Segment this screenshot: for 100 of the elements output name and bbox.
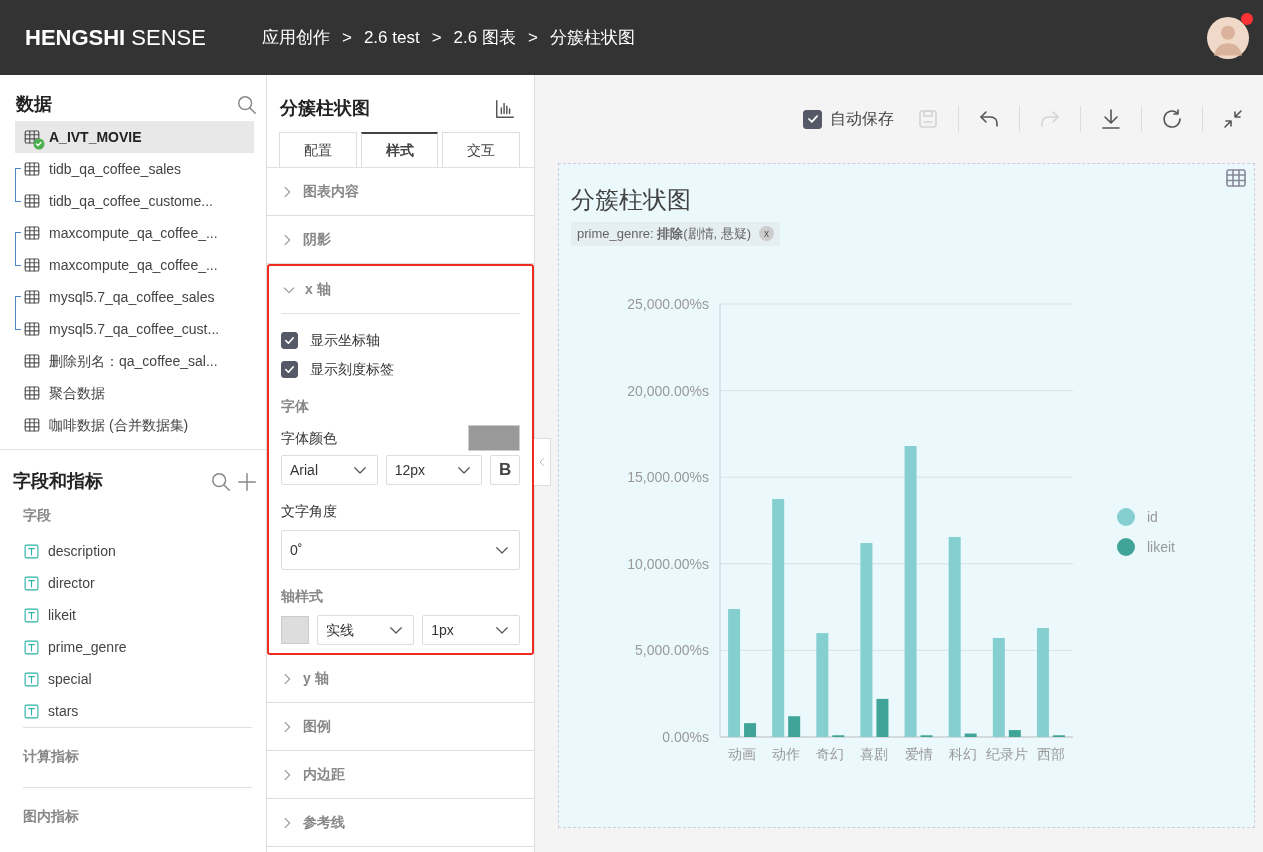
download-icon[interactable] [1099,107,1123,131]
axis-category-label: 动作 [772,745,801,762]
table-icon [23,416,41,434]
table-icon [23,320,41,338]
line-width-select[interactable]: 1px [422,615,520,645]
field-item[interactable]: prime_genre [23,631,252,663]
subheading: 字体 [281,397,310,416]
bar[interactable] [948,536,961,737]
remove-filter-button[interactable]: x [759,226,775,242]
breadcrumb-separator: > [527,26,538,49]
axis-tick-label: 5,000.00%s [635,641,709,658]
dataset-item[interactable]: maxcompute_qa_coffee_... [15,249,254,281]
breadcrumb-item[interactable]: 2.6 test [363,24,420,51]
bar[interactable] [1052,734,1065,737]
table-icon [23,224,41,242]
color-swatch[interactable] [281,616,309,644]
bar-chart-icon[interactable] [494,97,516,120]
section-heading: 图内指标 [23,807,80,826]
bar[interactable] [1036,627,1049,737]
checkmark-icon [283,334,296,347]
tab[interactable]: 样式 [360,132,439,167]
dataset-item[interactable]: 删除别名：qa_coffee_sal... [15,345,254,377]
checkbox[interactable] [281,332,298,349]
field-item[interactable]: description [23,535,252,567]
font-family-select[interactable]: Arial [281,455,378,485]
section-header[interactable]: 图例 [267,703,534,750]
line-type-select[interactable]: 实线 [316,615,415,645]
bar[interactable] [920,734,933,737]
dataset-item[interactable]: 咖啡数据 (合并数据集) [15,409,254,441]
checkbox-label: 显示刻度标签 [310,360,394,379]
angle-select[interactable]: 0˚ [281,530,520,570]
section-header[interactable]: 阴影 [267,216,534,263]
section-header[interactable]: 图表内容 [267,168,534,215]
tab[interactable]: 配置 [279,132,357,167]
bar[interactable] [876,698,889,737]
legend-marker[interactable] [1117,507,1135,526]
bar[interactable] [832,734,845,737]
dataset-item[interactable]: mysql5.7_qa_coffee_sales [15,281,254,313]
color-swatch[interactable] [468,425,520,451]
table-icon [23,128,41,146]
axis-category-label: 西部 [1036,745,1065,762]
add-icon[interactable] [236,470,258,493]
section-header[interactable]: y 轴 [267,655,534,702]
link-bracket [15,232,21,266]
legend-marker[interactable] [1117,537,1135,556]
section-heading: 字段 [23,506,52,525]
axis-tick-label: 10,000.00%s [627,555,709,572]
table-icon [23,352,41,370]
axis-tick-label: 25,000.00%s [627,295,709,312]
link-bracket [15,296,21,330]
panel-title: 数据 [16,93,52,116]
axis-tick-label: 20,000.00%s [627,382,709,399]
checkbox[interactable] [281,361,298,378]
bar[interactable] [788,715,801,737]
bar[interactable] [816,632,829,737]
table-icon[interactable] [1224,166,1248,190]
field-item[interactable]: director [23,567,252,599]
axis-category-label: 奇幻 [816,745,845,762]
font-size-select[interactable]: 12px [385,455,483,485]
dataset-item[interactable]: 聚合数据 [15,377,254,409]
filter-text: prime_genre: 排除(剧情, 悬疑) [577,225,752,243]
checkbox-label: 显示坐标轴 [310,331,380,350]
field-item[interactable]: special [23,663,252,695]
tab[interactable]: 交互 [442,132,520,167]
dataset-item[interactable]: tidb_qa_coffee_sales [15,153,254,185]
search-icon[interactable] [210,470,232,493]
bar[interactable] [1008,729,1021,737]
bar[interactable] [772,498,785,737]
dataset-item[interactable]: maxcompute_qa_coffee_... [15,217,254,249]
section-header[interactable]: 参考线 [267,799,534,846]
axis-category-label: 纪录片 [985,745,1028,762]
breadcrumb-separator: > [341,26,352,49]
dataset-item[interactable]: mysql5.7_qa_coffee_cust... [15,313,254,345]
search-icon[interactable] [236,93,258,116]
table-icon [23,256,41,274]
bar[interactable] [992,637,1005,737]
filter-chip[interactable]: prime_genre: 排除(剧情, 悬疑) x [571,222,781,246]
breadcrumb-item[interactable]: 分簇柱状图 [549,24,635,51]
checkbox[interactable] [803,109,822,129]
dataset-item[interactable]: A_IVT_MOVIE [15,121,254,153]
section-header[interactable]: x 轴 [269,266,532,313]
breadcrumb-item[interactable]: 应用创作 [261,24,330,51]
collapse-icon[interactable] [1221,107,1245,131]
dataset-item[interactable]: tidb_qa_coffee_custome... [15,185,254,217]
bar[interactable] [728,608,741,737]
checkmark-icon [283,363,296,376]
refresh-icon[interactable] [1160,107,1184,131]
bold-button[interactable]: B [490,455,520,485]
section-header[interactable]: 内边距 [267,751,534,798]
breadcrumb-item[interactable]: 2.6 图表 [453,24,516,51]
avatar[interactable] [1207,16,1249,59]
collapse-handle[interactable] [534,438,551,486]
bar[interactable] [744,722,757,737]
field-item[interactable]: likeit [23,599,252,631]
table-icon [23,192,41,210]
breadcrumb-separator: > [431,26,442,49]
bar[interactable] [964,733,977,737]
text-type-icon [23,574,40,592]
subheading: 轴样式 [281,587,324,606]
field-item[interactable]: stars [23,695,252,727]
